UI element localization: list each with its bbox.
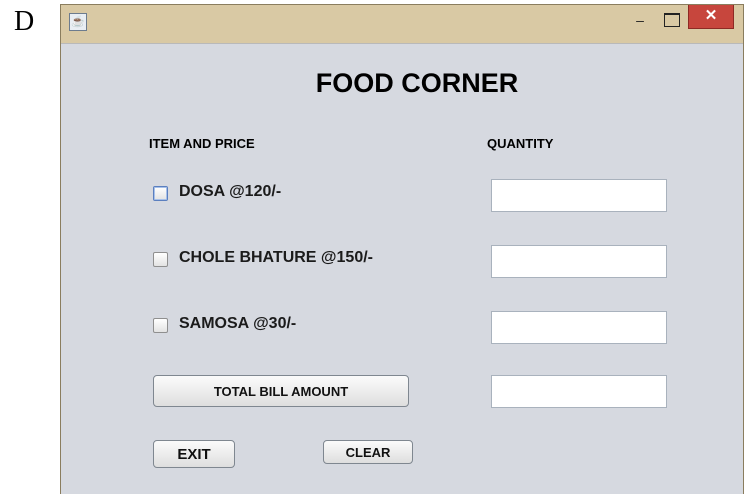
samosa-label: SAMOSA @30/- — [179, 315, 297, 332]
exit-button[interactable]: EXIT — [153, 440, 235, 468]
total-bill-button[interactable]: TOTAL BILL AMOUNT — [153, 375, 409, 407]
app-window: ☕ – ✕ FOOD CORNER ITEM AND PRICE QUANTIT… — [60, 4, 744, 494]
form-panel: FOOD CORNER ITEM AND PRICE QUANTITY DOSA… — [61, 43, 743, 494]
minimize-button[interactable]: – — [631, 13, 649, 29]
quantity-header: QUANTITY — [487, 136, 554, 151]
dosa-quantity-input[interactable] — [491, 179, 667, 212]
samosa-quantity-input[interactable] — [491, 311, 667, 344]
chole-bhature-quantity-input[interactable] — [491, 245, 667, 278]
dosa-label: DOSA @120/- — [179, 183, 282, 200]
close-button[interactable]: ✕ — [688, 5, 734, 29]
java-coffee-cup-icon: ☕ — [69, 13, 87, 31]
maximize-button[interactable] — [664, 13, 680, 27]
title-bar[interactable]: ☕ – ✕ — [61, 5, 743, 43]
total-bill-output[interactable] — [491, 375, 667, 408]
dosa-checkbox[interactable] — [153, 186, 168, 201]
chole-bhature-checkbox[interactable] — [153, 252, 168, 267]
page-title: FOOD CORNER — [315, 68, 519, 98]
chole-bhature-label: CHOLE BHATURE @150/- — [179, 249, 373, 266]
item-price-header: ITEM AND PRICE — [149, 136, 255, 151]
samosa-checkbox[interactable] — [153, 318, 168, 333]
figure-label: D — [14, 6, 35, 37]
clear-button[interactable]: CLEAR — [323, 440, 413, 464]
